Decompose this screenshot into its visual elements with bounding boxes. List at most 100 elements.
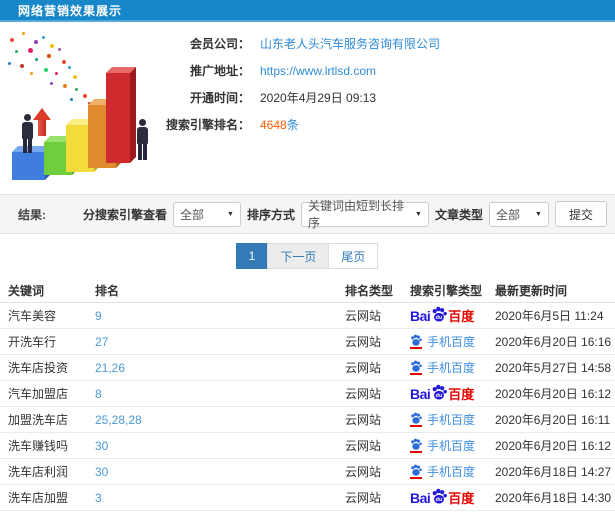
rank-type-cell: 云网站 bbox=[345, 309, 382, 323]
rank-link[interactable]: 8 bbox=[95, 387, 102, 401]
rank-type-cell: 云网站 bbox=[345, 491, 382, 505]
baidu-mobile-logo: 手机百度 bbox=[410, 359, 475, 376]
table-row: 汽车加盟店 8 云网站 Bai du 百度 2020年6月20日 16:12 bbox=[0, 381, 615, 407]
filter-controls: 分搜索引擎查看 全部 ▼ 排序方式 关键词由短到长排序 ▼ 文章类型 全部 ▼ … bbox=[83, 199, 607, 230]
updated-cell: 2020年5月27日 14:58 bbox=[495, 361, 612, 375]
rank-link[interactable]: 25,28,28 bbox=[95, 413, 142, 427]
businessman-right bbox=[134, 119, 150, 160]
up-arrow-icon bbox=[33, 108, 51, 136]
engine-filter-select[interactable]: 全部 ▼ bbox=[172, 201, 241, 227]
baidu-mobile-text: 手机百度 bbox=[427, 335, 476, 349]
engine-cell: Bai du 百度 bbox=[410, 359, 495, 376]
chevron-down-icon: ▼ bbox=[415, 210, 422, 218]
promo-url-link[interactable]: https://www.lrtlsd.com bbox=[260, 64, 376, 78]
pagination: 1 下一页 尾页 bbox=[235, 243, 379, 269]
chevron-down-icon: ▼ bbox=[227, 210, 234, 218]
open-time-label: 开通时间： bbox=[189, 91, 250, 105]
updated-cell: 2020年6月18日 14:27 bbox=[495, 465, 612, 479]
baidu-pc-logo: Bai du 百度 bbox=[410, 488, 474, 507]
baidu-mobile-text: 手机百度 bbox=[427, 361, 476, 375]
page: 网络营销效果展示 会员公司： 山东老人头汽车服务咨询有限公司 推广地址： htt… bbox=[0, 0, 615, 520]
baidu-paw-icon: du bbox=[432, 488, 448, 504]
bar-red bbox=[106, 73, 130, 163]
col-keyword: 关键词 bbox=[8, 283, 45, 298]
engine-cell: Bai du 百度 bbox=[410, 488, 495, 507]
sort-value: 关键词由短到长排序 bbox=[307, 199, 404, 230]
col-rank: 排名 bbox=[95, 283, 120, 298]
keyword-cell: 加盟洗车店 bbox=[8, 413, 69, 427]
rank-link[interactable]: 30 bbox=[95, 465, 108, 479]
svg-text:du: du bbox=[436, 497, 443, 503]
rank-type-cell: 云网站 bbox=[345, 335, 382, 349]
open-time-row: 开通时间： 2020年4月29日 09:13 bbox=[160, 84, 615, 111]
baidu-pc-logo: Bai du 百度 bbox=[410, 384, 474, 403]
engine-rank-row: 搜索引擎排名： 4648条 bbox=[160, 111, 615, 138]
rank-type-cell: 云网站 bbox=[345, 361, 382, 375]
baidu-mobile-text: 手机百度 bbox=[427, 413, 476, 427]
baidu-mobile-paw-icon bbox=[410, 412, 422, 427]
rank-count: 4648 bbox=[260, 118, 287, 132]
keyword-cell: 洗车店利润 bbox=[8, 465, 69, 479]
table-row: 洗车店加盟 3 云网站 Bai du 百度 2020年6月18日 14:30 bbox=[0, 485, 615, 511]
promo-url-label: 推广地址： bbox=[189, 64, 250, 78]
table-row: 汽车美容 9 云网站 Bai du 百度 2020年6月5日 11:24 bbox=[0, 303, 615, 329]
info-fields: 会员公司： 山东老人头汽车服务咨询有限公司 推广地址： https://www.… bbox=[160, 22, 615, 194]
table-row: 洗车店利润 30 云网站 Bai du 百度 bbox=[0, 459, 615, 485]
page-header: 网络营销效果展示 bbox=[0, 0, 615, 22]
baidu-mobile-logo: 手机百度 bbox=[410, 463, 475, 480]
engine-rank-value: 4648条 bbox=[260, 116, 299, 133]
table-row: 洗车店投资 21,26 云网站 Bai du 百度 bbox=[0, 355, 615, 381]
rank-type-cell: 云网站 bbox=[345, 465, 382, 479]
table-header-row: 关键词 排名 排名类型 搜索引擎类型 最新更新时间 bbox=[0, 278, 615, 303]
member-company-link[interactable]: 山东老人头汽车服务咨询有限公司 bbox=[260, 35, 440, 52]
pagination-wrap: 1 下一页 尾页 bbox=[0, 234, 615, 278]
updated-cell: 2020年6月18日 14:30 bbox=[495, 491, 612, 505]
engine-rank-label: 搜索引擎排名： bbox=[165, 118, 250, 132]
promo-url-row: 推广地址： https://www.lrtlsd.com bbox=[160, 57, 615, 84]
rank-link[interactable]: 3 bbox=[95, 491, 102, 505]
article-type-select[interactable]: 全部 ▼ bbox=[488, 201, 549, 227]
baidu-mobile-text: 手机百度 bbox=[427, 465, 476, 479]
businessman-left bbox=[19, 114, 35, 153]
engine-cell: Bai du 百度 bbox=[410, 333, 495, 350]
keyword-cell: 汽车美容 bbox=[8, 309, 57, 323]
next-page-button[interactable]: 下一页 bbox=[267, 243, 330, 269]
baidu-cn-text: 百度 bbox=[448, 387, 475, 402]
bar-blue bbox=[12, 152, 45, 180]
table-row: 加盟洗车店 25,28,28 云网站 Bai du 百度 bbox=[0, 407, 615, 433]
page-1-button[interactable]: 1 bbox=[235, 243, 269, 269]
baidu-paw-icon: du bbox=[432, 306, 448, 322]
rank-link[interactable]: 9 bbox=[95, 309, 102, 323]
rank-link[interactable]: 30 bbox=[95, 439, 108, 453]
rank-type-cell: 云网站 bbox=[345, 439, 382, 453]
chevron-down-icon: ▼ bbox=[535, 210, 542, 218]
updated-cell: 2020年6月20日 16:12 bbox=[495, 387, 612, 401]
rank-unit: 条 bbox=[286, 118, 299, 132]
baidu-mobile-paw-icon bbox=[410, 334, 422, 349]
baidu-logo-text: Bai bbox=[410, 385, 431, 402]
keyword-rank-table: 关键词 排名 排名类型 搜索引擎类型 最新更新时间 汽车美容 9 云网站 Bai… bbox=[0, 278, 615, 511]
article-type-label: 文章类型 bbox=[434, 207, 483, 222]
filter-bar: 结果: 分搜索引擎查看 全部 ▼ 排序方式 关键词由短到长排序 ▼ 文章类型 全… bbox=[0, 194, 615, 234]
results-label: 结果: bbox=[18, 207, 46, 222]
engine-cell: Bai du 百度 bbox=[410, 463, 495, 480]
baidu-mobile-logo: 手机百度 bbox=[410, 437, 475, 454]
baidu-cn-text: 百度 bbox=[448, 491, 475, 506]
last-page-button[interactable]: 尾页 bbox=[328, 243, 379, 269]
updated-cell: 2020年6月20日 16:16 bbox=[495, 335, 612, 349]
sort-select[interactable]: 关键词由短到长排序 ▼ bbox=[300, 199, 429, 230]
svg-text:du: du bbox=[436, 393, 443, 399]
updated-cell: 2020年6月5日 11:24 bbox=[495, 309, 604, 323]
table-row: 开洗车行 27 云网站 Bai du 百度 bbox=[0, 329, 615, 355]
sort-label: 排序方式 bbox=[246, 207, 295, 222]
open-time-value: 2020年4月29日 09:13 bbox=[260, 91, 377, 105]
baidu-cn-text: 百度 bbox=[448, 309, 475, 324]
rank-link[interactable]: 27 bbox=[95, 335, 108, 349]
submit-button[interactable]: 提交 bbox=[554, 201, 607, 227]
info-section: 会员公司： 山东老人头汽车服务咨询有限公司 推广地址： https://www.… bbox=[0, 22, 615, 194]
rank-link[interactable]: 21,26 bbox=[95, 361, 125, 375]
engine-cell: Bai du 百度 bbox=[410, 384, 495, 403]
rank-type-cell: 云网站 bbox=[345, 387, 382, 401]
keyword-cell: 汽车加盟店 bbox=[8, 387, 69, 401]
keyword-cell: 洗车赚钱吗 bbox=[8, 439, 69, 453]
